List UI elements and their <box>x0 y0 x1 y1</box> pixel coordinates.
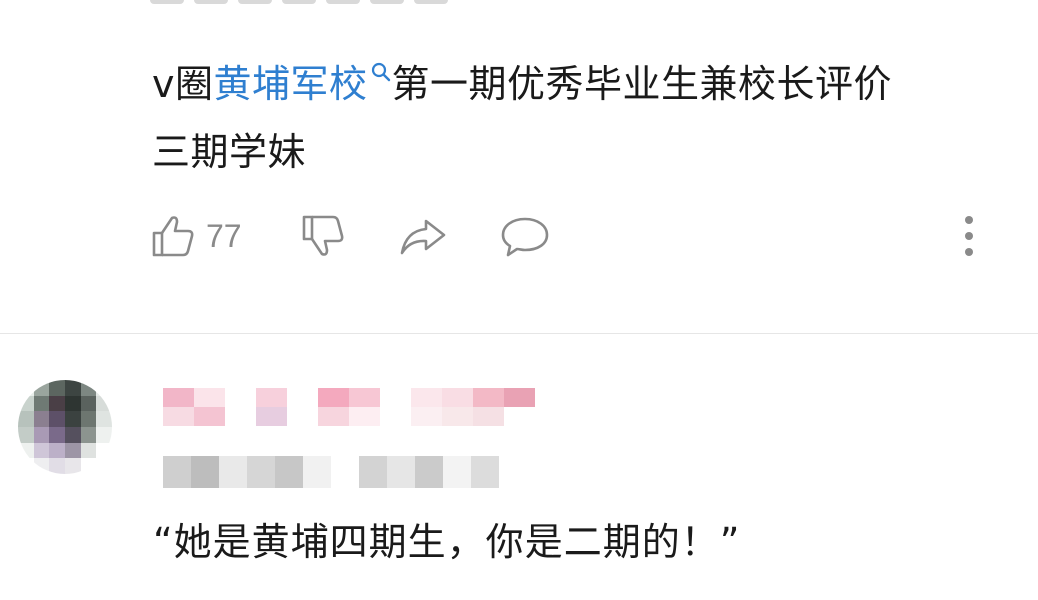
dislike-button[interactable] <box>300 213 346 259</box>
search-icon <box>371 62 390 82</box>
share-button[interactable] <box>398 213 448 259</box>
comment-prefix: v圈 <box>152 62 214 106</box>
thumbs-down-icon <box>302 215 344 256</box>
comment-text: v圈黄埔军校 第一期优秀毕业生兼校长评价三期学妹 <box>152 50 1032 186</box>
comment-line2: 三期学妹 <box>152 130 307 174</box>
comment-actions: 77 <box>150 208 980 264</box>
share-icon <box>400 219 445 255</box>
topic-link[interactable]: 黄埔军校 <box>214 62 392 106</box>
username-blurred <box>163 388 535 426</box>
avatar[interactable] <box>18 380 112 474</box>
thumbs-up-icon <box>152 216 194 257</box>
topic-link-label: 黄埔军校 <box>213 62 368 106</box>
more-icon <box>965 216 973 256</box>
like-button[interactable]: 77 <box>150 213 242 259</box>
comment-text: “她是黄埔四期生，你是二期的！” <box>153 520 741 564</box>
reply-button[interactable] <box>500 213 550 259</box>
comment-icon <box>501 217 548 257</box>
previous-content-cutoff <box>150 0 448 4</box>
more-options-button[interactable] <box>962 214 976 258</box>
comment-suffix: 第一期优秀毕业生兼校长评价 <box>391 62 893 106</box>
like-count: 77 <box>206 217 242 254</box>
comment-meta-blurred <box>163 456 499 488</box>
divider <box>0 333 1038 334</box>
